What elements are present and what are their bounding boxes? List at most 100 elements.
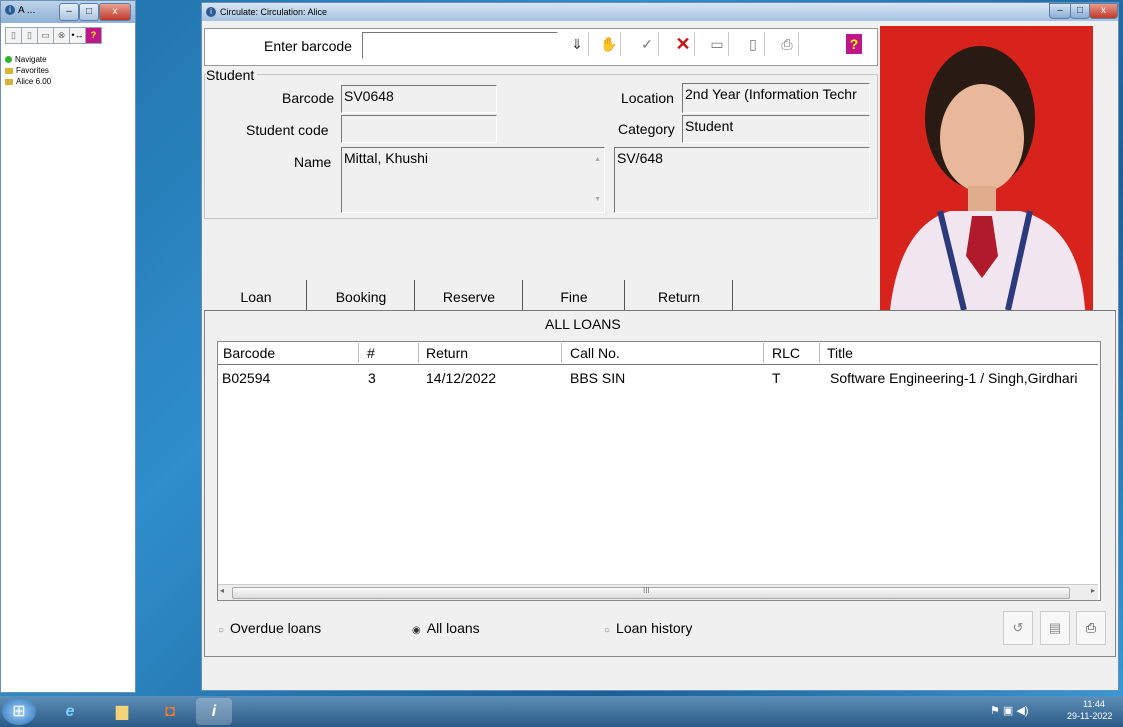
refresh-button[interactable]: ↺ — [1003, 611, 1033, 645]
clock-date[interactable]: 29-11-2022 — [1067, 711, 1112, 721]
start-button[interactable]: ⊞ — [2, 698, 36, 725]
column-header-rlc[interactable]: RLC — [768, 343, 820, 363]
radio-selected-icon: ◉ — [412, 625, 421, 636]
tree-item-alice[interactable]: Alice 6.00 — [5, 77, 51, 86]
open-folder-icon[interactable]: ▭ — [706, 32, 729, 56]
navigator-window: i A ... – □ x ▯ ▯ ▭ ⊗ •↔ ? Navigate Favo… — [0, 0, 136, 693]
student-name-value: Mittal, Khushi — [344, 150, 429, 166]
scroll-right-icon[interactable]: ▸ — [1091, 586, 1095, 595]
check-icon[interactable]: ✓ — [636, 32, 659, 56]
cancel-icon[interactable]: ⊗ — [53, 27, 70, 44]
help-icon[interactable]: ? — [85, 27, 102, 44]
close-button[interactable]: x — [99, 3, 131, 21]
taskbar: ⊞ e ▆ ◘ i ⚑ ▣ ◀) 11:44 29-11-2022 — [0, 696, 1123, 727]
barcode-entry-label: Enter barcode — [264, 38, 352, 54]
cell-rlc: T — [772, 370, 781, 386]
open-icon[interactable]: ▭ — [37, 27, 54, 44]
category-label: Category — [618, 121, 675, 137]
student-code-label: Student code — [246, 122, 329, 138]
radio-icon: ○ — [604, 625, 611, 636]
minimize-button[interactable]: – — [1049, 3, 1071, 19]
cell-barcode: B02594 — [222, 370, 271, 386]
overdue-loans-label: Overdue loans — [230, 620, 322, 636]
list-button[interactable]: ▤ — [1040, 611, 1070, 645]
folder-icon — [5, 78, 13, 85]
print-button[interactable]: ⎙ — [1076, 611, 1106, 645]
column-header-title[interactable]: Title — [823, 343, 1093, 363]
student-group-label: Student — [206, 67, 258, 83]
tab-reserve[interactable]: Reserve — [416, 280, 523, 310]
clock-time[interactable]: 11:44 — [1083, 699, 1105, 709]
hand-icon[interactable]: ✋ — [598, 32, 621, 56]
green-circle-icon — [5, 56, 12, 64]
alice-app-icon[interactable]: i — [196, 698, 232, 725]
loans-heading: ALL LOANS — [545, 316, 621, 332]
navigator-title-bar: i A ... – □ x — [1, 1, 135, 23]
student-code-field[interactable] — [341, 115, 497, 143]
overdue-loans-radio[interactable]: ○ Overdue loans — [218, 620, 321, 636]
internet-explorer-icon[interactable]: e — [50, 698, 90, 725]
notes-field[interactable]: SV/648 — [614, 147, 870, 213]
maximize-button[interactable]: □ — [1070, 3, 1090, 19]
scan-icon[interactable]: ⇓ — [566, 32, 589, 56]
tree-item-label: Navigate — [15, 55, 47, 64]
navigator-toolbar: ▯ ▯ ▭ ⊗ •↔ ? — [3, 25, 135, 47]
cell-title: Software Engineering-1 / Singh,Girdhari — [830, 370, 1078, 386]
loan-history-label: Loan history — [616, 620, 693, 636]
print-icon[interactable]: ⎙ — [776, 32, 799, 56]
student-barcode-label: Barcode — [282, 90, 335, 106]
scroll-down-icon[interactable]: ▼ — [594, 190, 601, 210]
close-button[interactable]: x — [1089, 3, 1118, 19]
horizontal-scrollbar[interactable]: ◂ III ▸ — [218, 584, 1098, 600]
expand-icon[interactable]: •↔ — [69, 27, 86, 44]
folder-icon[interactable]: ▆ — [102, 698, 142, 725]
info-icon: i — [206, 7, 216, 17]
cell-number: 3 — [368, 370, 376, 386]
loan-history-radio[interactable]: ○ Loan history — [604, 620, 692, 636]
tab-loan[interactable]: Loan — [206, 280, 307, 310]
tab-booking[interactable]: Booking — [308, 280, 415, 310]
location-label: Location — [621, 90, 674, 106]
navigator-title: A ... — [18, 5, 36, 16]
column-header-number[interactable]: # — [363, 343, 419, 363]
new-document-icon[interactable]: ▯ — [742, 32, 765, 56]
all-loans-radio[interactable]: ◉ All loans — [412, 620, 480, 636]
radio-icon: ○ — [218, 625, 225, 636]
tree-item-favorites[interactable]: Favorites — [5, 66, 49, 75]
scrollbar-thumb[interactable]: III — [232, 586, 1070, 599]
tray-icons[interactable]: ⚑ ▣ ◀) — [990, 704, 1029, 717]
column-header-barcode[interactable]: Barcode — [219, 343, 359, 363]
folder-icon — [5, 67, 13, 74]
student-name-field[interactable]: Mittal, Khushi ▲ ▼ — [341, 147, 605, 213]
help-icon[interactable]: ? — [846, 34, 862, 54]
barcode-input[interactable] — [362, 32, 558, 59]
scroll-up-icon[interactable]: ▲ — [594, 150, 601, 170]
scroll-left-icon[interactable]: ◂ — [220, 586, 224, 595]
new-icon[interactable]: ▯ — [5, 27, 22, 44]
student-barcode-field[interactable]: SV0648 — [341, 85, 497, 113]
maximize-button[interactable]: □ — [79, 3, 99, 21]
edit-icon[interactable]: ▯ — [21, 27, 38, 44]
tab-fine[interactable]: Fine — [524, 280, 625, 310]
tree-item-navigate[interactable]: Navigate — [5, 55, 47, 64]
window-title: Circulate: Circulation: Alice — [220, 7, 328, 17]
delete-icon[interactable]: ✕ — [672, 32, 695, 56]
student-name-label: Name — [294, 154, 332, 170]
tree-item-label: Alice 6.00 — [16, 77, 52, 86]
cell-return: 14/12/2022 — [426, 370, 497, 386]
main-title-bar: i Circulate: Circulation: Alice – □ x — [202, 3, 1118, 21]
tab-return[interactable]: Return — [626, 280, 733, 310]
location-field[interactable]: 2nd Year (Information Techr — [682, 83, 870, 113]
column-header-call-no[interactable]: Call No. — [566, 343, 764, 363]
minimize-button[interactable]: – — [59, 3, 79, 21]
student-photo-image — [890, 46, 1085, 310]
column-header-return[interactable]: Return — [422, 343, 562, 363]
media-player-icon[interactable]: ◘ — [150, 698, 190, 725]
category-field[interactable]: Student — [682, 115, 870, 143]
scrollbar-grip: III — [643, 586, 650, 595]
tree-item-label: Favorites — [16, 66, 49, 75]
all-loans-label: All loans — [426, 620, 480, 636]
cell-call-no: BBS SIN — [570, 370, 626, 386]
info-icon: i — [5, 5, 15, 15]
student-photo — [880, 26, 1093, 310]
